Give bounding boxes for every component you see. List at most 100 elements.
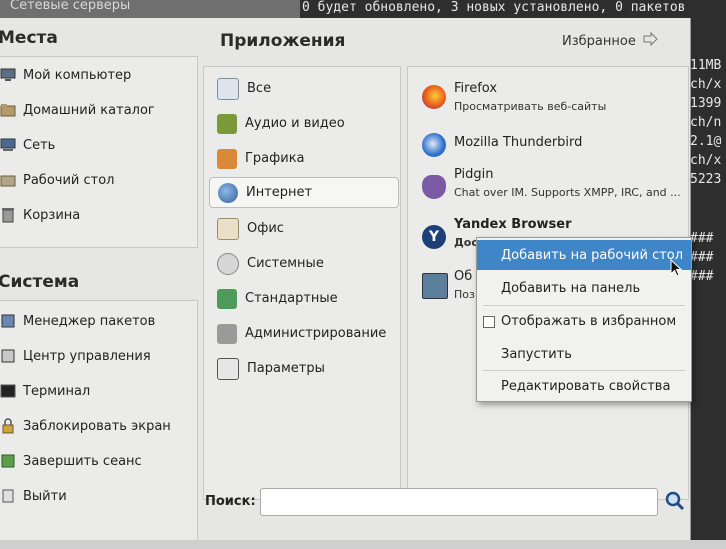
- system-terminal[interactable]: Терминал: [0, 376, 90, 406]
- terminal-line: 1399: [690, 96, 722, 111]
- edit-properties-menu-item[interactable]: Редактировать свойства: [477, 371, 691, 401]
- app-name: Mozilla Thunderbird: [454, 135, 583, 150]
- category-office[interactable]: Офис: [209, 213, 399, 244]
- category-label: Интернет: [246, 185, 313, 200]
- admin-tools-icon: [217, 323, 237, 344]
- category-all[interactable]: Все: [209, 73, 399, 104]
- category-internet[interactable]: Интернет: [209, 177, 399, 208]
- remote-desktop-icon: [422, 273, 448, 299]
- package-manager-icon: [0, 313, 16, 329]
- favorites-label: Избранное: [562, 33, 636, 49]
- add-to-panel-menu-item[interactable]: Добавить на панель: [477, 273, 691, 303]
- system-logout[interactable]: Завершить сеанс: [0, 446, 142, 476]
- category-graphics[interactable]: Графика: [209, 143, 399, 174]
- pidgin-icon: [422, 175, 446, 199]
- app-name: Об: [454, 269, 473, 284]
- app-pidgin[interactable]: Pidgin Chat over IM. Supports XMPP, IRC,…: [422, 167, 682, 207]
- internet-globe-icon: [218, 182, 238, 203]
- mouse-cursor-icon: [670, 258, 683, 281]
- terminal-line: 0 будет обновлено, 3 новых установлено, …: [302, 0, 686, 15]
- system-item-label: Центр управления: [23, 348, 151, 364]
- system-item-label: Выйти: [23, 488, 67, 504]
- launch-menu-item[interactable]: Запустить: [477, 339, 691, 369]
- app-name: Firefox: [454, 81, 498, 96]
- app-description: Поз: [454, 288, 475, 301]
- accessories-icon: [217, 288, 237, 309]
- system-panel: Менеджер пакетов Центр управления Термин…: [0, 300, 198, 542]
- category-label: Администрирование: [245, 326, 387, 341]
- terminal-line: ch/n: [690, 115, 722, 130]
- lock-screen-icon: [0, 418, 16, 434]
- terminal-line: 11MB: [690, 58, 722, 73]
- network-icon: [0, 137, 16, 153]
- terminal-line: 2.1@: [690, 134, 722, 149]
- system-quit[interactable]: Выйти: [0, 481, 67, 511]
- place-desktop[interactable]: Рабочий стол: [0, 165, 114, 195]
- add-to-desktop-menu-item[interactable]: Добавить на рабочий стол: [477, 240, 691, 270]
- home-folder-icon: [0, 102, 16, 118]
- place-network[interactable]: Сеть: [0, 130, 55, 160]
- system-item-label: Менеджер пакетов: [23, 313, 156, 329]
- place-trash[interactable]: Корзина: [0, 200, 80, 230]
- context-menu: Добавить на рабочий стол Добавить на пан…: [476, 237, 692, 402]
- favorites-checkbox[interactable]: [483, 316, 495, 328]
- office-icon: [217, 217, 239, 240]
- system-item-label: Завершить сеанс: [23, 453, 142, 469]
- system-package-manager[interactable]: Менеджер пакетов: [0, 306, 155, 336]
- system-lock-screen[interactable]: Заблокировать экран: [0, 411, 171, 441]
- place-home-folder[interactable]: Домашний каталог: [0, 95, 155, 125]
- menu-item-label: Запустить: [501, 346, 572, 362]
- terminal-line: ch/x: [690, 153, 722, 168]
- menu-item-label: Редактировать свойства: [501, 378, 671, 394]
- control-center-icon: [0, 348, 16, 364]
- yandex-browser-icon: Y: [422, 225, 446, 249]
- categories-panel: Все Аудио и видео Графика Интернет Офис …: [203, 66, 401, 500]
- search-input[interactable]: [260, 488, 658, 516]
- places-heading: Места: [0, 28, 58, 48]
- search-label: Поиск:: [205, 494, 256, 509]
- firefox-icon: [422, 85, 446, 109]
- terminal-line: 5223: [690, 172, 722, 187]
- place-my-computer[interactable]: Мой компьютер: [0, 60, 131, 90]
- category-audio-video[interactable]: Аудио и видео: [209, 108, 399, 139]
- category-label: Системные: [247, 256, 324, 271]
- system-item-label: Терминал: [23, 383, 91, 399]
- place-label: Мой компьютер: [23, 67, 132, 83]
- system-gear-icon: [217, 252, 239, 275]
- menu-item-label: Добавить на панель: [501, 280, 641, 296]
- multimedia-icon: [217, 113, 237, 134]
- preferences-icon: [217, 357, 239, 380]
- terminal-line: ###: [690, 231, 714, 246]
- terminal-icon: [0, 383, 16, 399]
- place-label: Сеть: [23, 137, 56, 153]
- system-control-center[interactable]: Центр управления: [0, 341, 151, 371]
- category-preferences[interactable]: Параметры: [209, 353, 399, 384]
- menu-item-label: Добавить на рабочий стол: [501, 247, 684, 263]
- search-icon[interactable]: [664, 490, 686, 512]
- category-label: Стандартные: [245, 291, 338, 306]
- logout-icon: [0, 453, 16, 469]
- terminal-line: ch/x: [690, 77, 722, 92]
- app-description: Просматривать веб-сайты: [454, 100, 607, 113]
- graphics-icon: [217, 148, 237, 169]
- category-label: Параметры: [247, 361, 325, 376]
- thunderbird-icon: [422, 133, 446, 157]
- category-label: Аудио и видео: [245, 116, 345, 131]
- place-label: Рабочий стол: [23, 172, 115, 188]
- app-firefox[interactable]: Firefox Просматривать веб-сайты: [422, 81, 682, 121]
- place-label: Корзина: [23, 207, 81, 223]
- background-window-title: Сетевые серверы: [10, 0, 131, 13]
- menu-item-label: Отображать в избранном: [501, 313, 677, 329]
- category-system[interactable]: Системные: [209, 248, 399, 279]
- app-description: Дос: [454, 236, 478, 249]
- category-label: Все: [247, 81, 272, 96]
- category-accessories[interactable]: Стандартные: [209, 283, 399, 314]
- favorites-button[interactable]: Избранное: [562, 31, 658, 50]
- category-administration[interactable]: Администрирование: [209, 318, 399, 349]
- app-name: Yandex Browser: [454, 217, 572, 232]
- terminal-line: ###: [690, 269, 714, 284]
- show-in-favorites-menu-item[interactable]: Отображать в избранном: [477, 306, 691, 336]
- terminal-line: ###: [690, 250, 714, 265]
- all-apps-icon: [217, 77, 239, 100]
- background-window-titlebar: Сетевые серверы: [0, 0, 300, 18]
